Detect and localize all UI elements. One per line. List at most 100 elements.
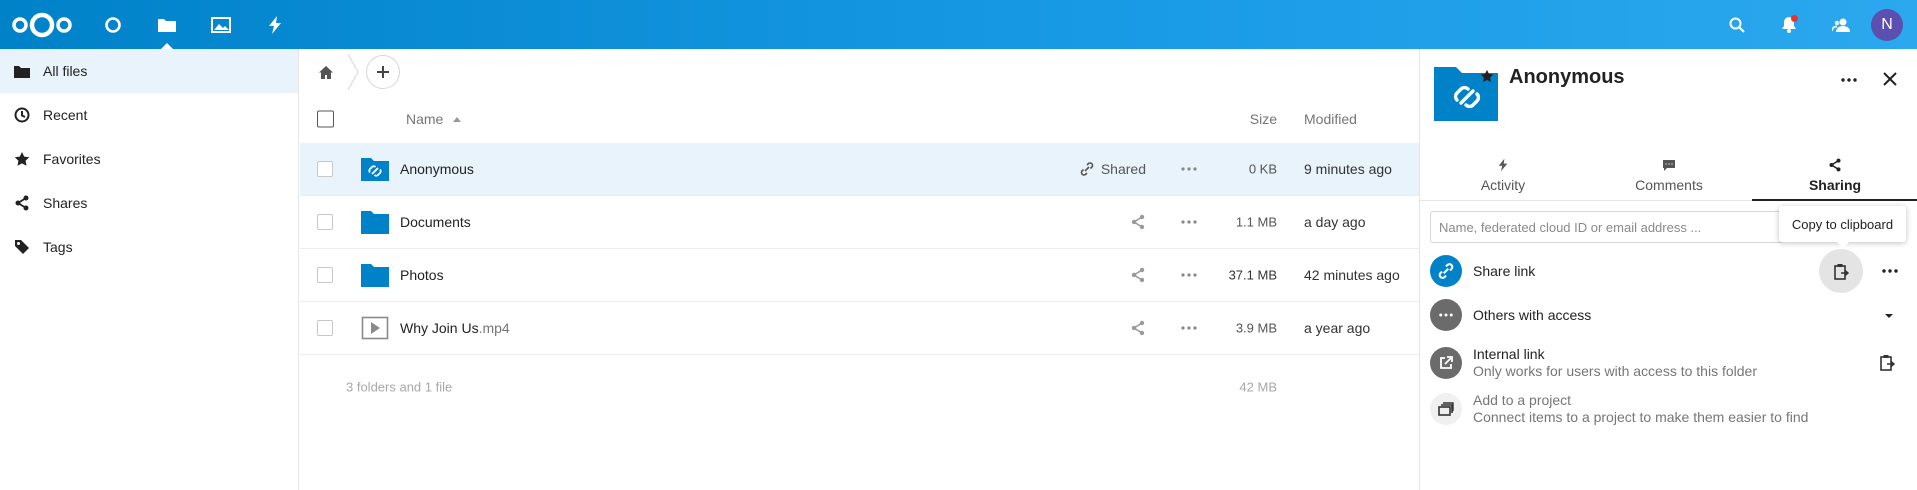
sidebar-header: Anonymous <box>1420 49 1917 145</box>
nav-item-favorites[interactable]: Favorites <box>0 137 298 181</box>
share-icon <box>1131 320 1145 336</box>
file-name[interactable]: Anonymous <box>400 161 474 177</box>
file-modified: a day ago <box>1304 214 1366 230</box>
file-actions-menu[interactable] <box>1180 323 1198 333</box>
file-actions-menu[interactable] <box>1180 217 1198 227</box>
contacts-button[interactable] <box>1815 0 1867 49</box>
file-name[interactable]: Why Join Us.mp4 <box>400 320 510 336</box>
circle-icon <box>105 16 121 33</box>
more-horizontal-icon <box>1181 220 1197 224</box>
file-row-documents[interactable]: Documents 1.1 MB a day ago <box>300 196 1419 249</box>
clipboard-icon <box>1880 354 1895 371</box>
nextcloud-logo[interactable] <box>10 10 74 40</box>
tag-icon <box>14 239 30 255</box>
file-actions-menu[interactable] <box>1180 164 1198 174</box>
share-icon <box>1828 156 1842 174</box>
nav-item-label: Shares <box>43 195 88 211</box>
sidebar-actions-menu[interactable] <box>1839 75 1859 85</box>
row-checkbox[interactable] <box>317 161 333 177</box>
more-horizontal-icon <box>1882 269 1898 273</box>
share-button[interactable] <box>1130 214 1146 230</box>
others-title: Others with access <box>1473 307 1591 324</box>
nav-item-label: Favorites <box>43 151 101 167</box>
shared-status-button[interactable]: Shared <box>1080 161 1146 177</box>
files-app-button[interactable] <box>140 0 194 49</box>
modified-column-header[interactable]: Modified <box>1304 111 1357 127</box>
notifications-button[interactable] <box>1763 0 1815 49</box>
breadcrumb-separator <box>347 54 359 90</box>
select-all-checkbox[interactable] <box>317 110 334 128</box>
copy-link-button[interactable] <box>1819 249 1863 293</box>
search-button[interactable] <box>1711 0 1763 49</box>
nav-item-recent[interactable]: Recent <box>0 93 298 137</box>
add-to-project-entry[interactable]: Add to a project Connect items to a proj… <box>1430 392 1908 426</box>
file-actions-menu[interactable] <box>1180 270 1198 280</box>
folder-icon <box>158 18 176 32</box>
home-breadcrumb[interactable] <box>314 60 338 84</box>
share-icon <box>1131 214 1145 230</box>
others-label: Others with access <box>1473 306 1592 323</box>
others-with-access-entry[interactable]: Others with access <box>1430 299 1908 331</box>
plus-icon <box>377 66 389 78</box>
file-row-why-join-us[interactable]: Why Join Us.mp4 3.9 MB a year ago <box>300 302 1419 355</box>
comment-icon <box>1662 156 1676 174</box>
row-checkbox[interactable] <box>317 267 333 283</box>
clock-icon <box>14 107 30 123</box>
file-row-photos[interactable]: Photos 37.1 MB 42 minutes ago <box>300 249 1419 302</box>
share-label: Shared <box>1100 161 1146 177</box>
nav-item-label: All files <box>43 63 88 79</box>
row-checkbox[interactable] <box>317 320 333 336</box>
tab-activity[interactable]: Activity <box>1420 151 1586 201</box>
new-file-button[interactable] <box>366 55 400 89</box>
file-basename: Documents <box>400 214 471 230</box>
chevron-down-icon[interactable] <box>1883 312 1895 320</box>
share-link-menu[interactable] <box>1880 266 1900 276</box>
file-row-anonymous[interactable]: Anonymous Shared 0 KB 9 minutes ago <box>300 143 1419 196</box>
file-size: 37.1 MB <box>1228 267 1277 283</box>
checkbox-box <box>317 320 333 336</box>
tab-label: Sharing <box>1808 177 1862 193</box>
file-list-header: Name Size Modified <box>300 95 1419 143</box>
image-icon <box>211 16 231 33</box>
folder-icon <box>361 264 389 287</box>
file-basename: Why Join Us <box>400 320 479 336</box>
link-icon <box>1438 263 1454 279</box>
activity-app-button[interactable] <box>248 0 302 49</box>
file-size: 3.9 MB <box>1235 320 1277 336</box>
header-actions: N <box>1711 0 1917 49</box>
sidebar-title: Anonymous <box>1509 66 1625 88</box>
tab-sharing[interactable]: Sharing <box>1752 151 1917 201</box>
lightning-icon <box>269 15 281 34</box>
tab-comments[interactable]: Comments <box>1586 151 1752 201</box>
internal-link-entry: Internal link Only works for users with … <box>1430 346 1908 380</box>
file-name[interactable]: Documents <box>400 214 471 230</box>
name-header-label: Name <box>406 111 444 127</box>
share-search-input[interactable] <box>1430 211 1784 243</box>
sort-ascending-icon <box>453 117 462 122</box>
name-column-header[interactable]: Name <box>406 111 462 127</box>
more-horizontal-icon <box>1181 167 1197 171</box>
nav-item-all-files[interactable]: All files <box>0 49 298 93</box>
checkbox-box <box>317 110 334 128</box>
nav-item-shares[interactable]: Shares <box>0 181 298 225</box>
favorite-star-icon[interactable] <box>1480 69 1494 83</box>
file-name[interactable]: Photos <box>400 267 444 283</box>
notification-dot <box>1791 15 1798 22</box>
link-avatar <box>1430 255 1462 287</box>
copy-internal-link-button[interactable] <box>1877 352 1897 372</box>
dashboard-app-button[interactable] <box>86 0 140 49</box>
summary-total-size: 42 MB <box>1239 379 1277 395</box>
share-button[interactable] <box>1130 320 1146 336</box>
size-column-header[interactable]: Size <box>1250 111 1277 127</box>
photos-app-button[interactable] <box>194 0 248 49</box>
share-button[interactable] <box>1130 267 1146 283</box>
sidebar-close-button[interactable] <box>1880 69 1900 89</box>
nav-item-tags[interactable]: Tags <box>0 225 298 269</box>
app-menu <box>86 0 302 49</box>
more-horizontal-icon <box>1841 78 1857 82</box>
user-avatar[interactable]: N <box>1871 8 1903 41</box>
add-to-project-text: Add to a project Connect items to a proj… <box>1473 392 1808 426</box>
row-checkbox[interactable] <box>317 214 333 230</box>
file-modified: 42 minutes ago <box>1304 267 1400 283</box>
share-link-title: Share link <box>1473 263 1535 280</box>
